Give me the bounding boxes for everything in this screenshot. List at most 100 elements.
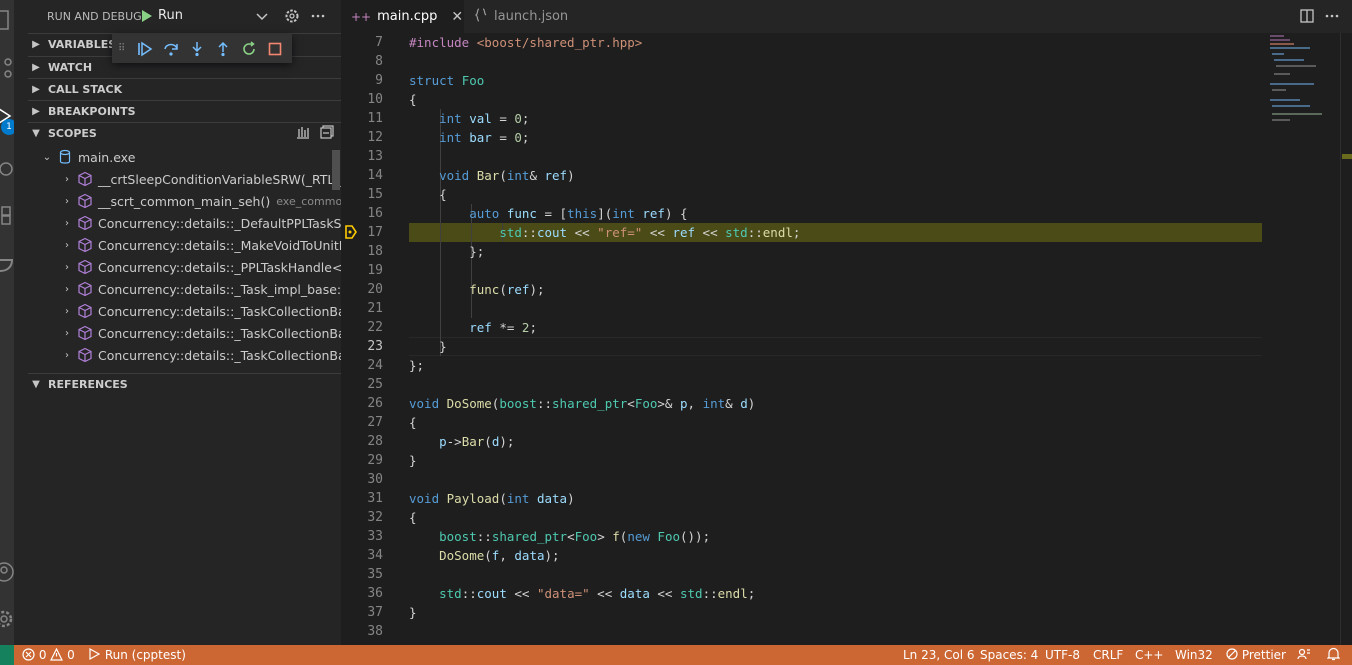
line-number[interactable]: 13 (341, 147, 383, 166)
chart-icon[interactable] (295, 124, 311, 140)
problems-indicator[interactable]: 0 0 (22, 645, 75, 665)
run-config-button[interactable]: Run (142, 8, 183, 23)
tree-row[interactable]: › Concurrency::details::_Task_impl_base:… (28, 278, 341, 300)
account-icon[interactable] (0, 561, 14, 583)
line-number[interactable]: 24 (341, 356, 383, 375)
step-out-icon[interactable] (214, 40, 232, 58)
step-over-icon[interactable] (162, 40, 180, 58)
minimap[interactable] (1262, 33, 1340, 645)
continue-icon[interactable] (136, 40, 154, 58)
tree-row[interactable]: › Concurrency::details::_TaskCollectionB… (28, 300, 341, 322)
tab-launch-json[interactable]: launch.json (464, 0, 574, 33)
line-number[interactable]: 30 (341, 470, 383, 489)
code-editor[interactable]: 7 8 9 10 11 12 13 14 15 16 17 18 19 20 21 22 23 24 25 26 27 2… (341, 33, 1352, 645)
overview-ruler[interactable] (1340, 33, 1352, 645)
cursor-position[interactable]: Ln 23, Col 6 (903, 645, 975, 665)
stop-icon[interactable] (266, 40, 284, 58)
section-references[interactable]: ▼ REFERENCES (28, 373, 341, 395)
line-number[interactable]: 25 (341, 375, 383, 394)
docker-icon[interactable] (0, 252, 14, 274)
tree-row-root[interactable]: ⌄ main.exe (28, 146, 341, 168)
line-number[interactable]: 16 (341, 204, 383, 223)
files-icon[interactable] (0, 9, 14, 31)
cube-icon (77, 171, 93, 187)
chevron-down-icon[interactable] (254, 8, 270, 24)
line-number[interactable]: 10 (341, 90, 383, 109)
line-number[interactable]: 38 (341, 622, 383, 641)
gear-icon[interactable] (284, 8, 300, 24)
feedback-icon[interactable] (1297, 645, 1311, 665)
debug-status[interactable]: Run (cpptest) (87, 645, 186, 665)
line-number[interactable]: 29 (341, 451, 383, 470)
debug-config-label: Run (cpptest) (104, 648, 186, 662)
chevron-right-icon: › (65, 327, 69, 339)
remote-icon[interactable] (0, 155, 14, 177)
remote-indicator[interactable] (0, 645, 14, 665)
minimap-line (1274, 59, 1304, 61)
line-number[interactable]: 19 (341, 261, 383, 280)
tree-item-label: Concurrency::details::_TaskCollectionBas… (98, 347, 341, 363)
section-breakpoints[interactable]: ▶ BREAKPOINTS (28, 100, 341, 122)
tree-row[interactable]: › Concurrency::details::_MakeVoidToUnitF… (28, 234, 341, 256)
line-number[interactable]: 15 (341, 185, 383, 204)
line-number[interactable]: 31 (341, 489, 383, 508)
tree-row[interactable]: › Concurrency::details::_TaskCollectionB… (28, 322, 341, 344)
editor-tabs: ++ main.cpp ✕ launch.json (341, 0, 1352, 33)
tree-row[interactable]: › __crtSleepConditionVariableSRW(_RTL_..… (28, 168, 341, 190)
collapse-all-icon[interactable] (319, 124, 335, 140)
more-icon[interactable] (1324, 8, 1340, 24)
end-of-line[interactable]: CRLF (1093, 645, 1123, 665)
configuration[interactable]: Win32 (1175, 645, 1213, 665)
line-number[interactable]: 8 (341, 52, 383, 71)
encoding[interactable]: UTF-8 (1045, 645, 1080, 665)
step-into-icon[interactable] (188, 40, 206, 58)
drag-handle-icon[interactable]: ⠿ (118, 43, 128, 54)
line-number[interactable]: 33 (341, 527, 383, 546)
tree-row[interactable]: › Concurrency::details::_PPLTaskHandle<u… (28, 256, 341, 278)
line-number[interactable]: 9 (341, 71, 383, 90)
line-number[interactable]: 27 (341, 413, 383, 432)
prettier-status[interactable]: Prettier (1226, 645, 1286, 665)
tree-row[interactable]: › Concurrency::details::_TaskCollectionB… (28, 344, 341, 366)
line-number[interactable]: 34 (341, 546, 383, 565)
source-control-icon[interactable] (0, 57, 14, 79)
restart-icon[interactable] (240, 40, 258, 58)
section-label: BREAKPOINTS (48, 105, 136, 118)
line-number[interactable]: 22 (341, 318, 383, 337)
line-number[interactable]: 35 (341, 565, 383, 584)
line-number[interactable]: 26 (341, 394, 383, 413)
tree-item-label: Concurrency::details::_TaskCollectionBas… (98, 303, 341, 319)
settings-gear-icon[interactable] (0, 608, 14, 630)
line-number[interactable]: 37 (341, 603, 383, 622)
tree-scrollbar[interactable] (332, 150, 340, 190)
language-mode[interactable]: C++ (1135, 645, 1164, 665)
tree-item-label: main.exe (78, 149, 136, 165)
section-label: CALL STACK (48, 83, 123, 96)
line-number[interactable]: 23 (341, 337, 383, 356)
line-number[interactable]: 32 (341, 508, 383, 527)
line-number[interactable]: 11 (341, 109, 383, 128)
debug-toolbar: ⠿ (112, 34, 292, 63)
tab-main-cpp[interactable]: ++ main.cpp ✕ (341, 0, 464, 33)
line-number[interactable]: 36 (341, 584, 383, 603)
tree-row[interactable]: › Concurrency::details::_DefaultPPLTaskS… (28, 212, 341, 234)
indentation[interactable]: Spaces: 4 (980, 645, 1038, 665)
bell-icon[interactable] (1326, 645, 1341, 665)
line-number[interactable]: 21 (341, 299, 383, 318)
extensions-icon[interactable] (0, 203, 14, 225)
section-call-stack[interactable]: ▶ CALL STACK (28, 78, 341, 100)
line-number[interactable]: 7 (341, 33, 383, 52)
split-editor-icon[interactable] (1299, 8, 1315, 24)
line-number[interactable]: 28 (341, 432, 383, 451)
debug-alt-icon (89, 647, 101, 661)
more-icon[interactable] (310, 8, 326, 24)
close-icon[interactable]: ✕ (451, 9, 463, 25)
minimap-line (1272, 53, 1284, 55)
line-number[interactable]: 20 (341, 280, 383, 299)
debug-badge: 1 (1, 119, 14, 135)
line-number[interactable]: 14 (341, 166, 383, 185)
line-number[interactable]: 12 (341, 128, 383, 147)
line-number[interactable]: 18 (341, 242, 383, 261)
tree-row[interactable]: › __scrt_common_main_seh() exe_common... (28, 190, 341, 212)
line-number[interactable]: 17 (341, 223, 383, 242)
